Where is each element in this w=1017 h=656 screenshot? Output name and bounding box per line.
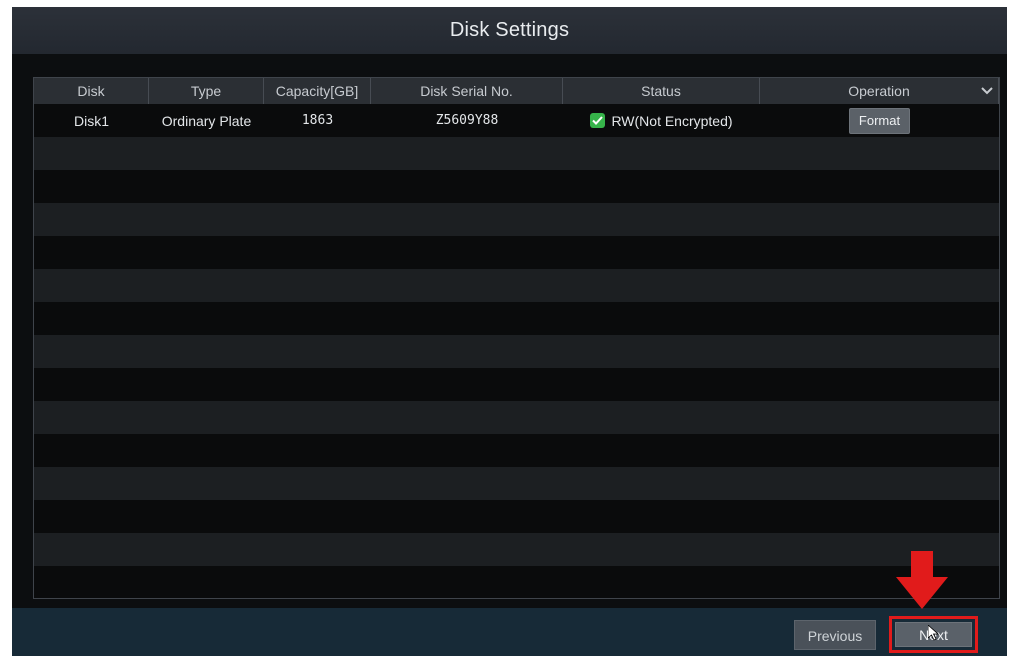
empty-row: [34, 500, 999, 533]
table-header: Disk Type Capacity[GB] Disk Serial No. S…: [34, 78, 999, 104]
cell-status: RW(Not Encrypted): [563, 113, 760, 129]
check-icon: [590, 113, 606, 128]
mouse-cursor-icon: [928, 625, 940, 641]
window-title: Disk Settings: [449, 19, 570, 41]
red-arrow-icon: [896, 551, 948, 609]
empty-row: [34, 170, 999, 203]
empty-row: [34, 368, 999, 401]
cell-disk: Disk1: [73, 112, 109, 129]
cell-capacity: 1863: [301, 113, 334, 128]
empty-row: [34, 335, 999, 368]
disk-settings-window: Disk Settings Disk Type Capacity[GB] Dis…: [12, 7, 1007, 656]
footer-bar: Previous Next: [12, 608, 1007, 656]
column-header-capacity: Capacity[GB]: [264, 78, 371, 104]
format-button[interactable]: Format: [848, 107, 911, 134]
empty-row: [34, 467, 999, 500]
empty-row: [34, 269, 999, 302]
cell-serial: Z5609Y88: [435, 113, 499, 128]
empty-row: [34, 203, 999, 236]
title-bar: Disk Settings: [12, 7, 1007, 54]
disk-table: Disk Type Capacity[GB] Disk Serial No. S…: [33, 77, 1000, 599]
column-header-type: Type: [149, 78, 264, 104]
empty-row: [34, 236, 999, 269]
table-body: Disk1 Ordinary Plate 1863 Z5609Y88 RW(No…: [34, 104, 999, 598]
empty-row: [34, 533, 999, 566]
chevron-down-icon[interactable]: [979, 84, 995, 98]
cell-type: Ordinary Plate: [161, 112, 252, 129]
column-header-disk: Disk: [34, 78, 149, 104]
column-header-status: Status: [563, 78, 760, 104]
cell-operation: Format: [760, 107, 999, 134]
empty-row: [34, 401, 999, 434]
table-row[interactable]: Disk1 Ordinary Plate 1863 Z5609Y88 RW(No…: [34, 104, 999, 137]
empty-row: [34, 434, 999, 467]
column-header-serial: Disk Serial No.: [371, 78, 563, 104]
column-header-operation: Operation: [760, 78, 999, 104]
empty-row: [34, 302, 999, 335]
status-text: RW(Not Encrypted): [611, 112, 733, 129]
empty-row: [34, 566, 999, 598]
previous-button[interactable]: Previous: [794, 620, 876, 650]
empty-row: [34, 137, 999, 170]
